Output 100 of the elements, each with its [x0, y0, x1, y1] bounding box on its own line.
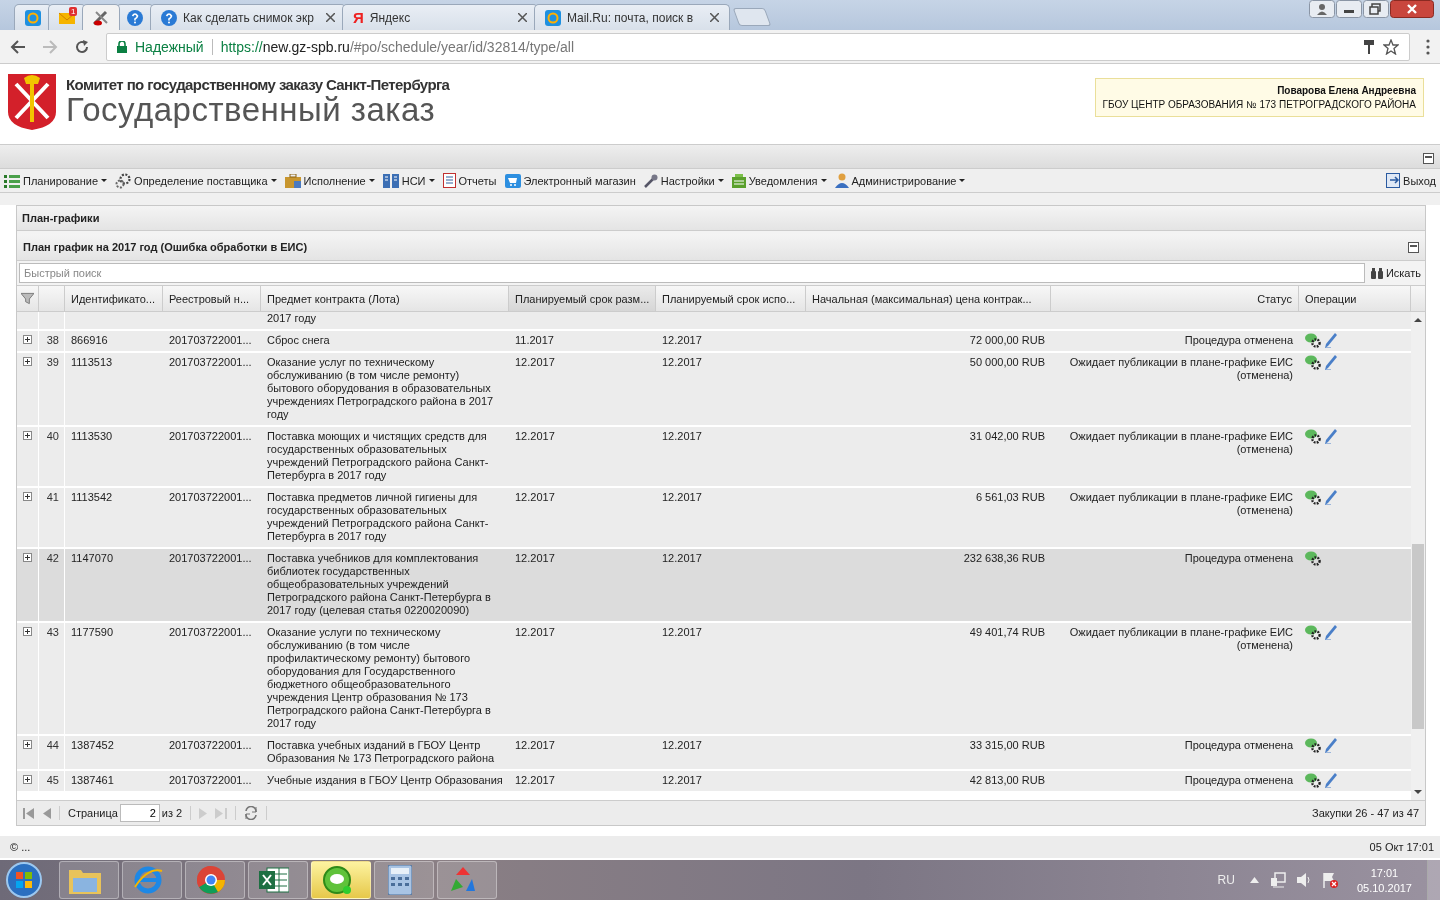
column-header[interactable]: Начальная (максимальная) цена контрак...	[806, 286, 1051, 311]
table-cell-text: Оказание услуги по техническому обслуживанию (в том числе профилактическому ремонту) бытового оборудования для Государственного бюджетного общеобразовательного учреждения Центр образования № 173 Петроградского района Санкт-Петербурга в 2017 году	[266, 625, 492, 731]
maximize-icon[interactable]	[1363, 0, 1389, 18]
pencil-icon[interactable]	[1325, 355, 1337, 370]
table-row[interactable]: 44 1387452 201703722001... Поставка учебных изданий в ГБОУ Центр Образования № 173 Петроградского района 12.2017 12.2017 33 315,00 RUB Процедура отменена	[17, 736, 1411, 771]
gears-icon	[115, 172, 132, 189]
gear-icon[interactable]	[1305, 551, 1322, 566]
user-icon[interactable]	[1309, 0, 1335, 18]
reload-icon[interactable]	[74, 38, 90, 55]
taskbar-button[interactable]	[374, 861, 434, 899]
menu-item[interactable]: Уведомления	[731, 173, 827, 188]
gear-icon[interactable]	[1305, 738, 1322, 753]
search-button[interactable]: Искать	[1368, 267, 1423, 279]
table-cell-text: Поставка предметов личной гигиены для государственных образовательных учреждений Петроградского района Санкт-Петербурга в 2017 году	[266, 490, 490, 544]
menu-item[interactable]: Настройки	[643, 173, 724, 188]
table-cell-text: Поставка моющих и чистящих средств для государственных образовательных учреждений Петроградского района Санкт-Петербурга в 2017 году	[266, 429, 490, 483]
table-row[interactable]	[17, 427, 1411, 488]
menu-item[interactable]: Отчеты	[442, 173, 497, 188]
taskbar-button[interactable]	[185, 861, 245, 899]
mail-icon	[25, 9, 41, 26]
close-icon[interactable]	[1390, 0, 1434, 18]
row-number: 42	[39, 549, 65, 621]
table-cell-text: 42 813,00 RUB	[968, 773, 1046, 788]
filter-icon[interactable]	[21, 292, 34, 305]
table-row[interactable]	[17, 488, 1411, 549]
column-header[interactable]: Операции	[1299, 286, 1411, 311]
gear-icon[interactable]	[1305, 333, 1322, 348]
expand-icon[interactable]	[23, 740, 32, 749]
menu-item[interactable]: Администрирование	[834, 173, 966, 188]
exit-icon	[1386, 173, 1401, 188]
minimize-icon[interactable]	[1336, 0, 1362, 18]
taskbar-button[interactable]	[248, 861, 308, 899]
start-button[interactable]	[4, 861, 44, 899]
yandex-logo: Я	[353, 9, 364, 26]
expand-icon[interactable]	[23, 627, 32, 636]
gear-icon[interactable]	[1305, 490, 1322, 505]
page-field[interactable]: 2	[119, 804, 160, 822]
globe-icon	[196, 865, 226, 895]
close-icon[interactable]	[326, 13, 335, 22]
gear-icon[interactable]	[1305, 625, 1322, 640]
network-icon[interactable]	[1269, 872, 1286, 888]
pencil-icon[interactable]	[1325, 738, 1337, 753]
table-cell-text: 1113530	[70, 429, 114, 444]
scrollbar[interactable]	[1411, 312, 1425, 800]
row-number: 38	[39, 331, 65, 351]
gear-icon[interactable]	[1305, 355, 1322, 370]
key-icon[interactable]	[1363, 39, 1375, 54]
table-row[interactable]	[17, 549, 1411, 623]
refresh-icon[interactable]	[244, 806, 259, 820]
browser-tab[interactable]: Mail.Ru: почта, поиск в	[534, 4, 730, 30]
expand-icon[interactable]	[23, 775, 32, 784]
search-field[interactable]: Быстрый поиск	[19, 263, 1365, 283]
table-cell-text: 201703722001...	[168, 333, 253, 348]
column-header[interactable]: Статус	[1051, 286, 1299, 311]
record-count: Закупки 26 - 47 из 47	[1312, 807, 1419, 819]
pencil-icon[interactable]	[1325, 490, 1337, 505]
close-icon[interactable]	[710, 13, 719, 22]
column-header[interactable]: Планируемый срок испо...	[656, 286, 806, 311]
taskbar-button[interactable]	[311, 861, 371, 899]
flag-warning-icon[interactable]	[1321, 872, 1338, 888]
user-organization: ГБОУ ЦЕНТР ОБРАЗОВАНИЯ № 173 ПЕТРОГРАДСКОГО РАЙОНА	[1102, 99, 1416, 110]
expand-icon[interactable]	[23, 431, 32, 440]
table-row[interactable]	[17, 623, 1411, 736]
table-cell-text: Ожидает публикации в плане-графике ЕИС (отменена)	[1068, 490, 1294, 518]
column-header[interactable]: Идентификато...	[65, 286, 163, 311]
book-icon	[382, 173, 399, 188]
star-icon[interactable]	[1383, 38, 1399, 55]
logout-button[interactable]: Выход	[1386, 173, 1436, 188]
gear-icon[interactable]	[1305, 429, 1322, 444]
table-row[interactable]	[17, 353, 1411, 427]
more-icon[interactable]	[1426, 38, 1430, 55]
show-hidden-icons-icon[interactable]	[1249, 877, 1259, 883]
column-header[interactable]: Планируемый срок разм...	[509, 286, 656, 311]
collapse-icon[interactable]	[1408, 241, 1419, 253]
column-header[interactable]: Реестровый н...	[163, 286, 261, 311]
back-icon[interactable]	[10, 38, 26, 55]
menu-item[interactable]: Электронный магазин	[504, 173, 636, 188]
close-icon[interactable]	[518, 13, 527, 22]
pencil-icon[interactable]	[1325, 625, 1337, 640]
expand-icon[interactable]	[23, 357, 32, 366]
table-row[interactable]: 45 1387461 201703722001... Учебные издания в ГБОУ Центр Образования 12.2017 12.2017 42 813,00 RUB Процедура отменена	[17, 771, 1411, 793]
menu-item[interactable]: НСИ	[382, 173, 435, 188]
pencil-icon[interactable]	[1325, 773, 1337, 788]
table-row[interactable]: 38 866916 201703722001... Сброс снега 11.2017 12.2017 72 000,00 RUB Процедура отменена	[17, 331, 1411, 353]
page-count: из 2	[161, 807, 183, 819]
menu-item[interactable]: Исполнение	[284, 173, 375, 188]
pencil-icon[interactable]	[1325, 429, 1337, 444]
address-field[interactable]: Надежный https://new.gz-spb.ru/#po/schedule/year/id/32814/type/all	[106, 32, 1410, 61]
mail-icon	[545, 9, 561, 26]
expand-icon[interactable]	[23, 553, 32, 562]
menu-item[interactable]: Планирование	[4, 173, 108, 188]
volume-icon[interactable]	[1296, 872, 1311, 888]
browser-tab[interactable]	[82, 4, 120, 30]
expand-icon[interactable]	[23, 492, 32, 501]
pencil-icon[interactable]	[1325, 333, 1337, 348]
gear-icon[interactable]	[1305, 773, 1322, 788]
expand-icon[interactable]	[23, 335, 32, 344]
menu-item[interactable]: Определение поставщика	[115, 172, 277, 189]
panel-subtitle: План график на 2017 год (Ошибка обработки в ЕИС)	[23, 241, 308, 253]
collapse-icon[interactable]	[1423, 153, 1434, 164]
